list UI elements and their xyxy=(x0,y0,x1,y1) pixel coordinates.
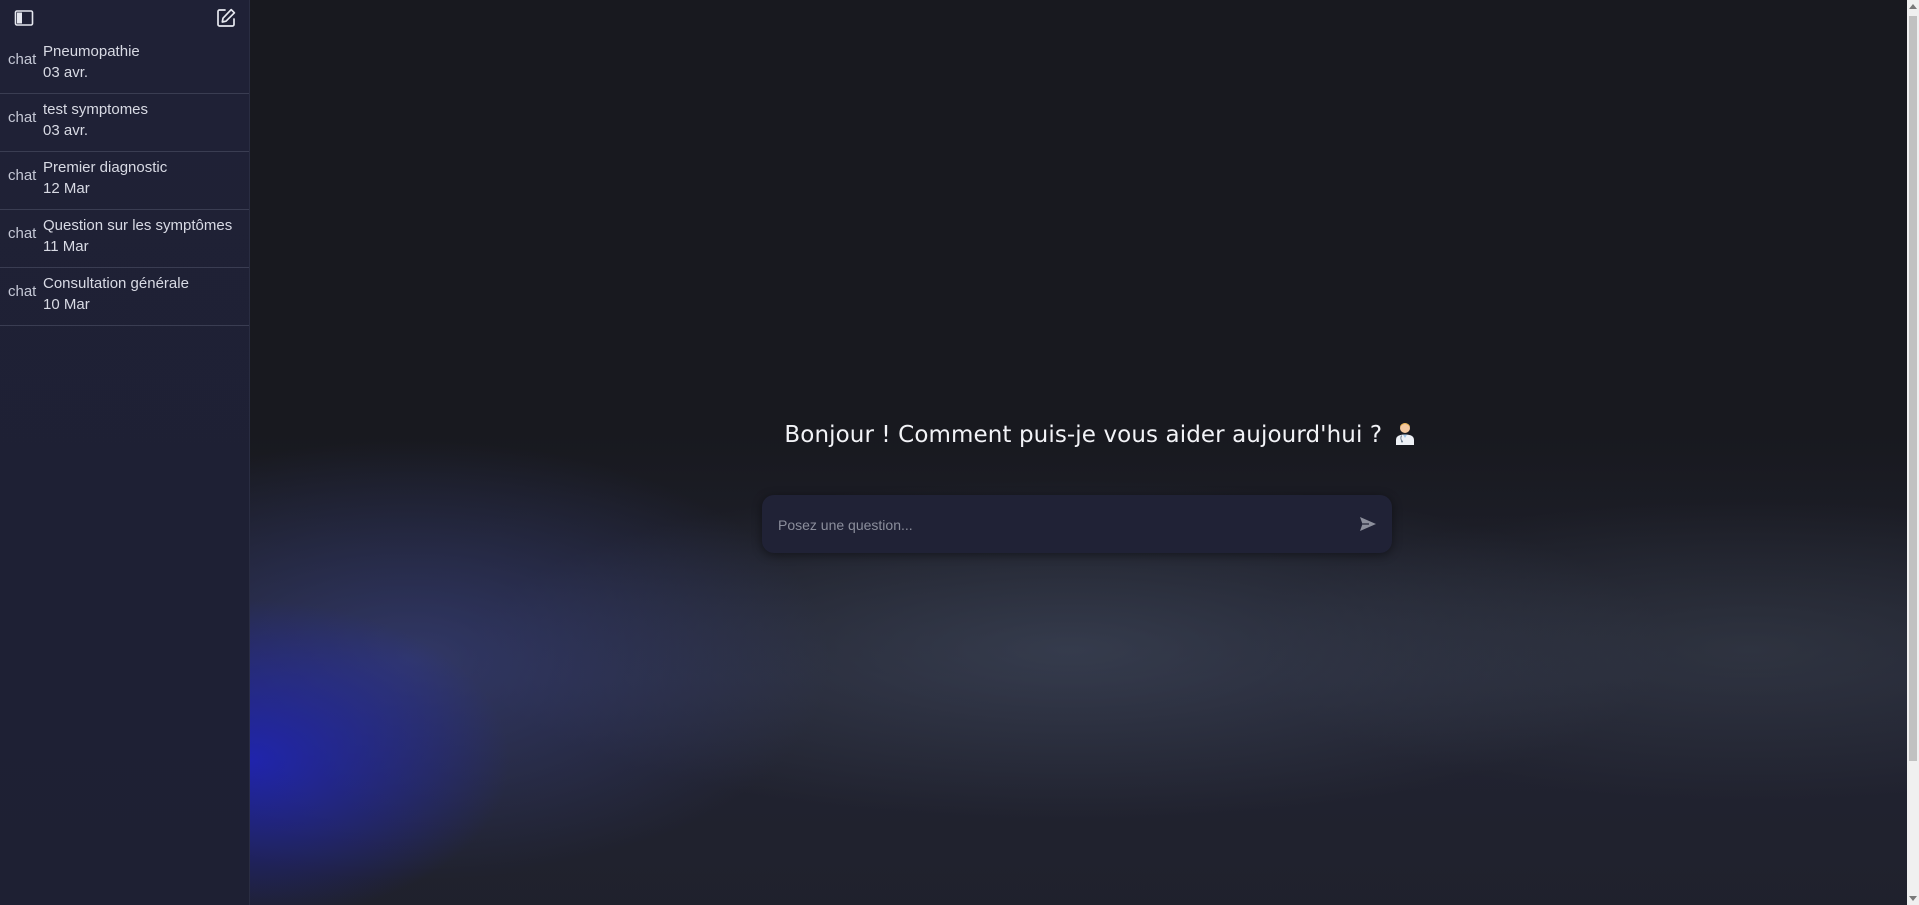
chat-icon: chat xyxy=(8,109,37,126)
sidebar-toggle-icon[interactable] xyxy=(14,9,34,27)
conversation-text: Question sur les symptômes 11 Mar xyxy=(43,215,232,257)
conversation-date: 12 Mar xyxy=(43,180,90,197)
conversation-list: chat Pneumopathie 03 avr. chat test symp… xyxy=(0,36,249,326)
conversation-date: 03 avr. xyxy=(43,122,89,139)
welcome-message: Bonjour ! Comment puis-je vous aider auj… xyxy=(780,421,1420,448)
conversation-item[interactable]: chat Pneumopathie 03 avr. xyxy=(0,36,249,94)
chat-main: Bonjour ! Comment puis-je vous aider auj… xyxy=(250,0,1919,905)
chat-icon: chat xyxy=(8,283,37,300)
send-icon[interactable] xyxy=(1358,514,1378,534)
question-input[interactable] xyxy=(776,505,1340,545)
new-chat-icon[interactable] xyxy=(215,7,237,29)
conversation-text: Pneumopathie 03 avr. xyxy=(43,41,140,83)
scroll-up-arrow-icon[interactable] xyxy=(1909,4,1917,9)
chat-icon: chat xyxy=(8,51,37,68)
doctor-icon xyxy=(1395,423,1414,445)
scroll-thumb[interactable] xyxy=(1909,16,1917,761)
sidebar-header xyxy=(0,0,249,36)
conversation-date: 11 Mar xyxy=(43,238,89,255)
conversation-title: test symptomes xyxy=(43,101,149,118)
vertical-scrollbar[interactable] xyxy=(1907,0,1919,905)
conversation-text: test symptomes 03 avr. xyxy=(43,99,148,141)
conversation-text: Premier diagnostic 12 Mar xyxy=(43,157,167,199)
app-window: chat Pneumopathie 03 avr. chat test symp… xyxy=(0,0,1919,905)
message-composer xyxy=(762,495,1392,553)
conversation-text: Consultation générale 10 Mar xyxy=(43,273,189,315)
chat-icon: chat xyxy=(8,167,37,184)
conversation-title: Question sur les symptômes xyxy=(43,217,233,234)
conversation-title: Pneumopathie xyxy=(43,43,140,60)
scroll-down-arrow-icon[interactable] xyxy=(1909,896,1917,901)
conversation-item[interactable]: chat Consultation générale 10 Mar xyxy=(0,268,249,326)
sidebar: chat Pneumopathie 03 avr. chat test symp… xyxy=(0,0,250,905)
conversation-title: Premier diagnostic xyxy=(43,159,168,176)
conversation-date: 10 Mar xyxy=(43,296,90,313)
conversation-item[interactable]: chat Premier diagnostic 12 Mar xyxy=(0,152,249,210)
chat-icon: chat xyxy=(8,225,37,242)
conversation-item[interactable]: chat Question sur les symptômes 11 Mar xyxy=(0,210,249,268)
greeting-text: Bonjour ! Comment puis-je vous aider auj… xyxy=(784,422,1383,448)
conversation-title: Consultation générale xyxy=(43,275,189,292)
conversation-item[interactable]: chat test symptomes 03 avr. xyxy=(0,94,249,152)
background-glow xyxy=(250,0,1919,905)
conversation-date: 03 avr. xyxy=(43,64,89,81)
